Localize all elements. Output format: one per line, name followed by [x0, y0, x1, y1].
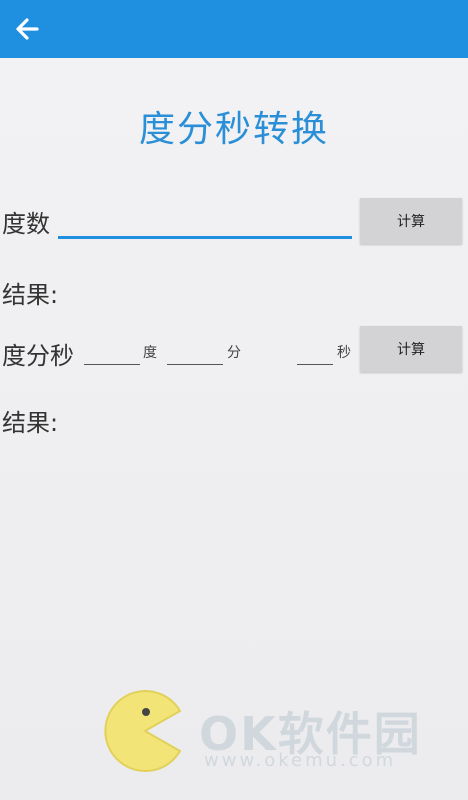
pacman-logo-icon [104, 690, 182, 772]
second-field[interactable] [297, 340, 333, 365]
watermark: OK软件园 www.okemu.com [104, 690, 454, 780]
result-label: 结果: [2, 281, 59, 309]
result-label-2: 结果: [2, 409, 59, 437]
watermark-url: www.okemu.com [204, 750, 397, 771]
minute-field[interactable] [167, 340, 223, 365]
dms-label: 度分秒 [2, 342, 74, 370]
minute-unit: 分 [227, 345, 241, 361]
main-content [0, 58, 468, 800]
arrow-left-icon [16, 18, 39, 40]
calculate-degrees-button[interactable]: 计算 [360, 198, 462, 244]
degree-field[interactable] [84, 340, 140, 365]
degree-unit: 度 [143, 345, 157, 361]
degrees-label: 度数 [2, 210, 50, 238]
second-unit: 秒 [337, 345, 351, 361]
degrees-input[interactable] [58, 204, 352, 239]
back-button[interactable] [8, 10, 46, 48]
app-bar [0, 0, 468, 58]
calculate-dms-button[interactable]: 计算 [360, 326, 462, 372]
page-title: 度分秒转换 [138, 109, 329, 150]
